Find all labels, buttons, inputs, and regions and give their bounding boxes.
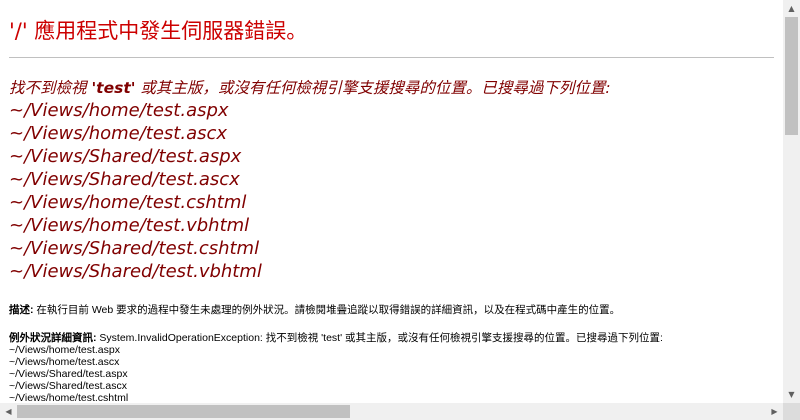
vertical-scroll-thumb[interactable] [785,17,798,135]
description-section: 描述: 在執行目前 Web 要求的過程中發生未處理的例外狀況。請檢閱堆疊追蹤以取… [9,303,774,317]
error-heading: 找不到檢視 'test' 或其主版，或沒有任何檢視引擎支援搜尋的位置。已搜尋過下… [9,77,774,99]
searched-locations-list: ~/Views/home/test.aspx ~/Views/home/test… [9,99,774,283]
exception-location: ~/Views/home/test.ascx [9,356,120,368]
horizontal-scroll-thumb[interactable] [17,405,350,418]
page-title: '/' 應用程式中發生伺服器錯誤。 [9,19,308,43]
scroll-right-arrow-icon[interactable]: ▶ [766,403,783,420]
searched-location: ~/Views/home/test.vbhtml [9,215,250,236]
exception-text: System.InvalidOperationException: 找不到檢視 … [96,332,663,344]
searched-location: ~/Views/home/test.aspx [9,100,229,121]
searched-location: ~/Views/Shared/test.ascx [9,169,240,190]
exception-location: ~/Views/Shared/test.aspx [9,368,128,380]
scroll-down-arrow-icon[interactable]: ▼ [783,386,800,403]
searched-location: ~/Views/home/test.ascx [9,123,228,144]
exception-location: ~/Views/home/test.aspx [9,344,120,356]
searched-location: ~/Views/Shared/test.vbhtml [9,261,262,282]
description-text: 在執行目前 Web 要求的過程中發生未處理的例外狀況。請檢閱堆疊追蹤以取得錯誤的… [33,304,621,316]
page-viewport: '/' 應用程式中發生伺服器錯誤。 找不到檢視 'test' 或其主版，或沒有任… [0,0,783,403]
error-heading-view-name: 'test' [91,79,136,97]
scrollbar-corner [783,403,800,420]
error-page-content: '/' 應用程式中發生伺服器錯誤。 找不到檢視 'test' 或其主版，或沒有任… [0,17,783,403]
horizontal-scrollbar[interactable]: ◀ ▶ [0,403,783,420]
description-label: 描述: [9,304,34,316]
exception-location: ~/Views/home/test.cshtml [9,392,129,403]
error-heading-suffix: 或其主版，或沒有任何檢視引擎支援搜尋的位置。已搜尋過下列位置: [135,79,611,97]
scroll-up-arrow-icon[interactable]: ▲ [783,0,800,17]
searched-location: ~/Views/Shared/test.aspx [9,146,242,167]
exception-label: 例外狀況詳細資訊: [9,332,97,344]
searched-location: ~/Views/Shared/test.cshtml [9,238,260,259]
scroll-left-arrow-icon[interactable]: ◀ [0,403,17,420]
exception-location: ~/Views/Shared/test.ascx [9,380,127,392]
error-heading-prefix: 找不到檢視 [9,79,92,97]
title-divider [9,57,774,58]
vertical-scrollbar[interactable]: ▲ ▼ [783,0,800,403]
exception-details-section: 例外狀況詳細資訊: System.InvalidOperationExcepti… [9,332,774,403]
searched-location: ~/Views/home/test.cshtml [9,192,247,213]
